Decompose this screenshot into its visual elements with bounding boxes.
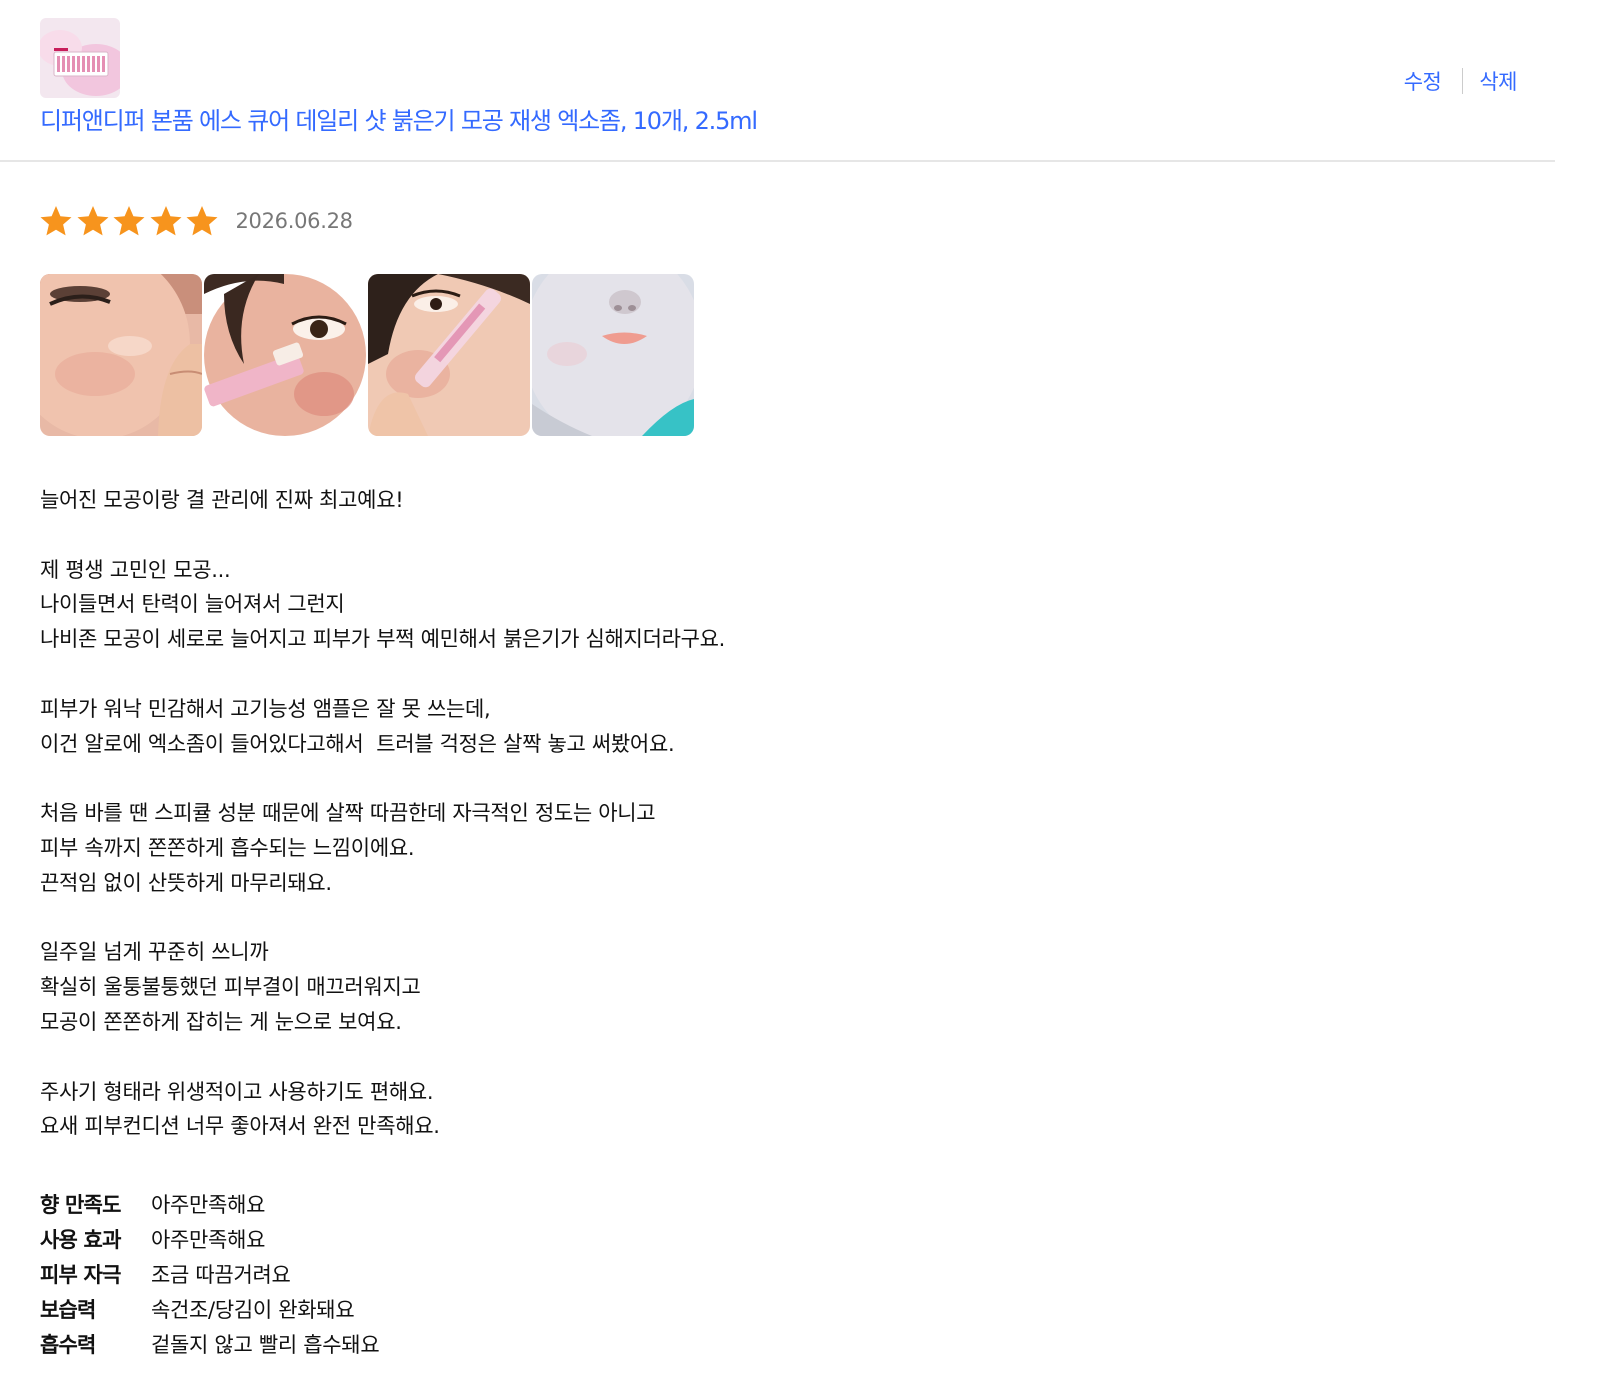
survey-question: 사용 효과 <box>40 1227 121 1252</box>
survey-question: 피부 자극 <box>40 1262 121 1287</box>
review-line: 모공이 쫀쫀하게 잡히는 게 눈으로 보여요. <box>40 1009 402 1034</box>
review-line: 확실히 울퉁불퉁했던 피부결이 매끄러워지고 <box>40 975 421 1000</box>
review-photos <box>40 274 696 436</box>
ampoule-eye-photo <box>204 274 366 436</box>
review-paragraph: 주사기 형태라 위생적이고 사용하기도 편해요. 요새 피부컨디션 너무 좋아져서… <box>40 1075 725 1145</box>
review-paragraph: 늘어진 모공이랑 결 관리에 진짜 최고예요! <box>40 483 725 518</box>
survey-answer: 조금 따끔거려요 <box>151 1262 291 1287</box>
product-ampoule-box-image <box>40 18 120 98</box>
review-survey: 향 만족도 아주만족해요 사용 효과 아주만족해요 피부 자극 조금 따끔거려요 보습력 속건… <box>40 1186 380 1361</box>
star-icon <box>184 203 220 239</box>
review-paragraph: 피부가 워낙 민감해서 고기능성 앰플은 잘 못 쓰는데, 이건 알로에 엑소좀이… <box>40 692 725 762</box>
review-line: 피부가 워낙 민감해서 고기능성 앰플은 잘 못 쓰는데, <box>40 696 491 721</box>
action-divider <box>1462 68 1464 94</box>
review-line: 이건 알로에 엑소좀이 들어있다고해서 트러블 걱정은 살짝 놓고 써봤어요. <box>40 731 675 756</box>
star-rating <box>38 203 221 239</box>
star-icon <box>38 203 74 239</box>
review-line: 일주일 넘게 꾸준히 쓰니까 <box>40 940 269 965</box>
review-photo-4[interactable] <box>532 274 694 436</box>
review-line: 요새 피부컨디션 너무 좋아져서 완전 만족해요. <box>40 1114 440 1139</box>
survey-answer: 속건조/당김이 완화돼요 <box>151 1297 355 1322</box>
review-line: 제 평생 고민인 모공... <box>40 557 231 582</box>
survey-question: 향 만족도 <box>40 1192 121 1217</box>
review-paragraph: 제 평생 고민인 모공... 나이들면서 탄력이 늘어져서 그런지나비존 모공이 … <box>40 553 725 657</box>
smiling-face-photo <box>532 274 694 436</box>
review-line: 처음 바를 땐 스피큘 성분 때문에 살짝 따끔한데 자극적인 정도는 아니고 <box>40 801 656 826</box>
star-icon <box>75 203 111 239</box>
review-line: 나비존 모공이 세로로 늘어지고 피부가 부쩍 예민해서 붉은기가 심해지더라구… <box>40 627 726 652</box>
review-line: 피부 속까지 쫀쫀하게 흡수되는 느낌이에요. <box>40 835 415 860</box>
survey-row: 피부 자극 조금 따끔거려요 <box>40 1256 379 1291</box>
review-photo-3[interactable] <box>368 274 530 436</box>
review-photo-1[interactable] <box>40 274 202 436</box>
review-line: 나이들면서 탄력이 늘어져서 그런지 <box>40 592 345 617</box>
review-date: 2026.06.28 <box>235 209 354 233</box>
survey-question: 흡수력 <box>40 1332 96 1357</box>
survey-answer: 아주만족해요 <box>151 1227 266 1252</box>
review-text: 늘어진 모공이랑 결 관리에 진짜 최고예요! 제 평생 고민인 모공... 나이들… <box>40 483 725 1179</box>
survey-answer: 아주만족해요 <box>151 1192 266 1217</box>
review-line: 늘어진 모공이랑 결 관리에 진짜 최고예요! <box>40 488 404 512</box>
ampoule-syringe-photo <box>368 274 530 436</box>
review-line: 끈적임 없이 산뜻하게 마무리돼요. <box>40 870 332 895</box>
review-paragraph: 일주일 넘게 꾸준히 쓰니까확실히 울퉁불퉁했던 피부결이 매끄러워지고모공이 … <box>40 935 725 1039</box>
review-paragraph: 처음 바를 땐 스피큘 성분 때문에 살짝 따끔한데 자극적인 정도는 아니고피… <box>40 796 725 900</box>
review-line: 주사기 형태라 위생적이고 사용하기도 편해요. <box>40 1079 434 1104</box>
face-cheek-photo <box>40 274 202 436</box>
product-thumbnail[interactable] <box>40 18 120 98</box>
survey-row: 흡수력 겉돌지 않고 빨리 흡수돼요 <box>40 1326 380 1361</box>
rating-row: 2026.06.28 <box>38 203 353 239</box>
survey-row: 향 만족도 아주만족해요 <box>40 1186 379 1221</box>
star-icon <box>148 203 184 239</box>
survey-question: 보습력 <box>40 1297 96 1322</box>
review-actions: 수정 삭제 <box>1404 66 1517 96</box>
survey-row: 사용 효과 아주만족해요 <box>40 1221 379 1256</box>
survey-row: 보습력 속건조/당김이 완화돼요 <box>40 1291 379 1326</box>
product-title-link[interactable]: 디퍼앤디퍼 본품 에스 큐어 데일리 샷 붉은기 모공 재생 엑소좀, 10개,… <box>40 101 758 136</box>
survey-answer: 겉돌지 않고 빨리 흡수돼요 <box>151 1332 380 1357</box>
review-header: 디퍼앤디퍼 본품 에스 큐어 데일리 샷 붉은기 모공 재생 엑소좀, 10개,… <box>0 0 1555 162</box>
star-icon <box>111 203 147 239</box>
edit-button[interactable]: 수정 <box>1404 66 1442 96</box>
review-photo-2[interactable] <box>204 274 366 436</box>
delete-button[interactable]: 삭제 <box>1479 66 1517 96</box>
